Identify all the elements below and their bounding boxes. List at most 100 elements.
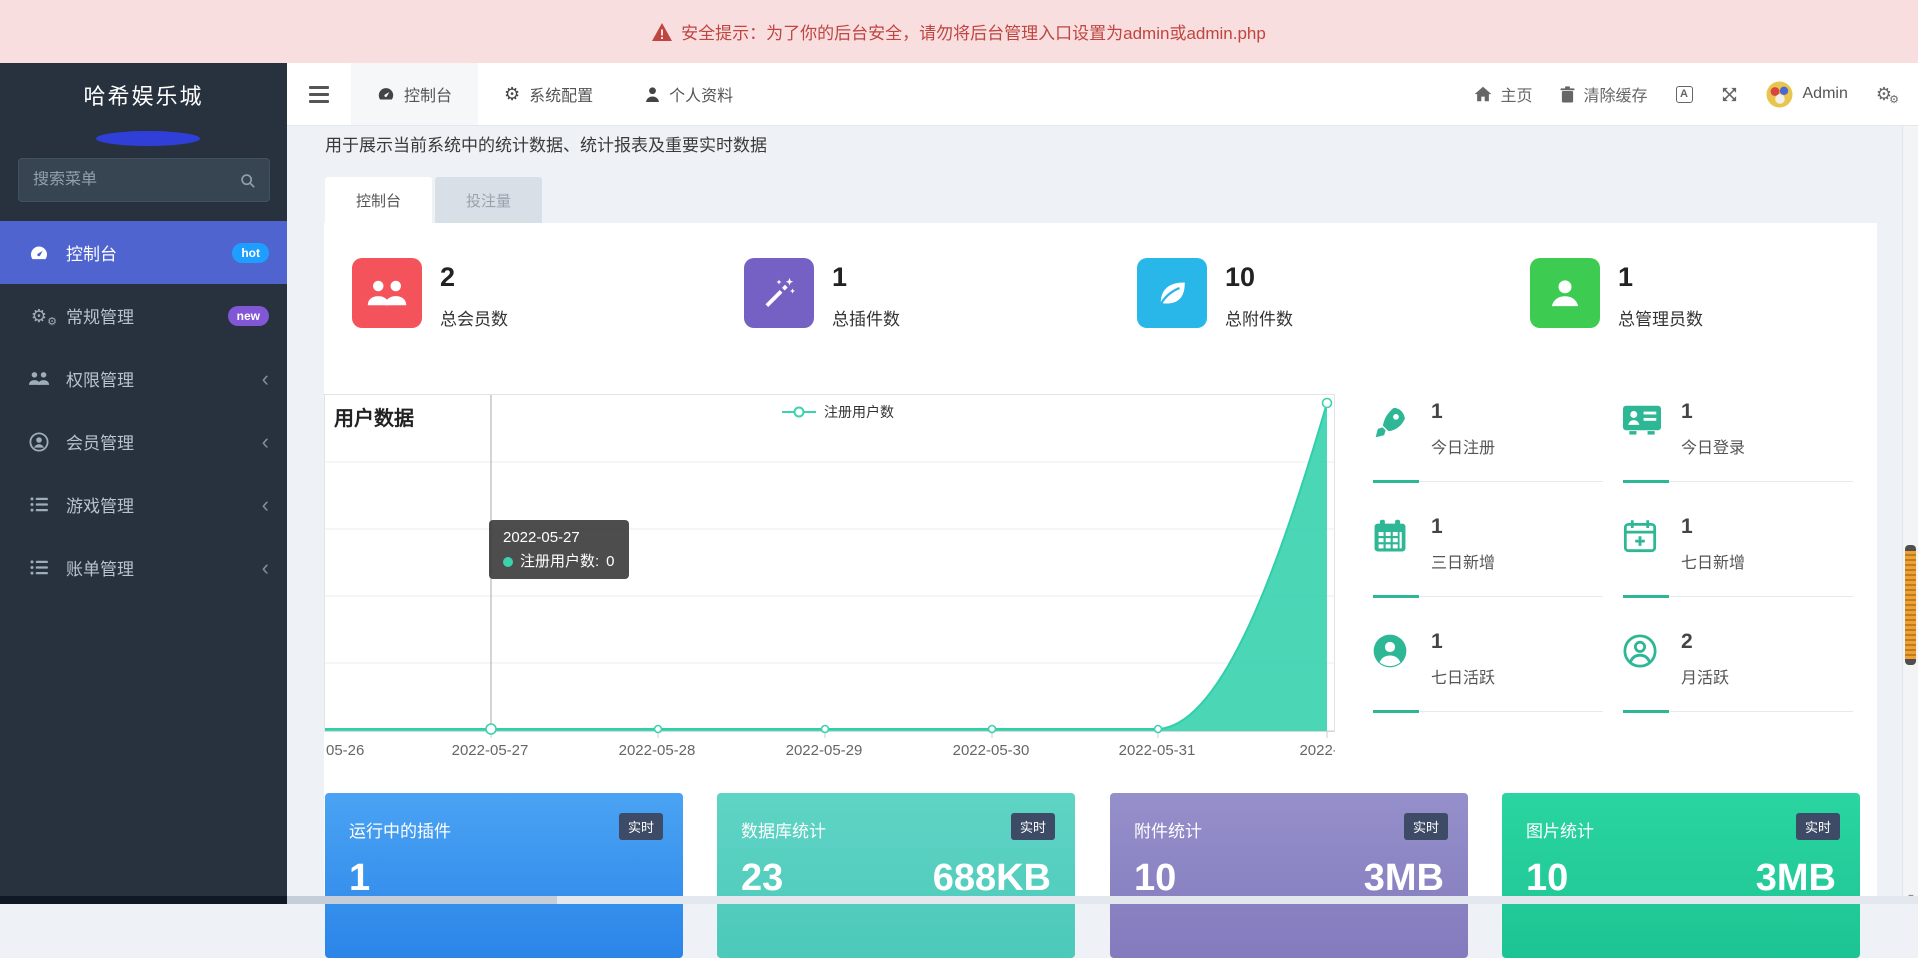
sidebar-item-general[interactable]: ⚙ 常规管理 new <box>0 284 287 347</box>
quick-stat-label: 月活跃 <box>1681 664 1729 688</box>
settings-gears-icon[interactable]: ⚙ <box>1876 85 1892 103</box>
sidebar-search <box>18 158 270 202</box>
scrollbar-thumb[interactable] <box>1905 545 1916 665</box>
sidebar-item-label: 游戏管理 <box>66 492 134 517</box>
quick-stat-label: 三日新增 <box>1431 549 1495 573</box>
tooltip-date: 2022-05-27 <box>503 530 615 545</box>
home-link[interactable]: 主页 <box>1474 82 1532 106</box>
users-icon <box>352 258 422 328</box>
x-axis-label: 2022-05-29 <box>779 742 869 759</box>
quick-stat-label: 七日活跃 <box>1431 664 1495 688</box>
search-icon[interactable] <box>240 172 255 189</box>
quick-stat-value: 1 <box>1431 630 1443 654</box>
area-fill <box>325 403 1327 731</box>
navbar-tab-dashboard[interactable]: 控制台 <box>351 63 478 125</box>
tooltip-series-label: 注册用户数: <box>520 554 599 569</box>
user-icon <box>1530 258 1600 328</box>
chart-title: 用户数据 <box>334 402 414 431</box>
tachometer-icon <box>377 85 395 103</box>
clear-cache-link[interactable]: 清除缓存 <box>1560 82 1647 106</box>
tab-bet-volume[interactable]: 投注量 <box>435 177 542 223</box>
gears-icon: ⚙ <box>28 307 50 325</box>
stat-value: 1 <box>1618 264 1703 291</box>
banner-text: 安全提示：为了你的后台安全，请勿将后台管理入口设置为admin或admin.ph… <box>681 19 1266 44</box>
sidebar-item-bills[interactable]: 账单管理 ‹ <box>0 536 287 599</box>
card-size-value: 3MB <box>1756 857 1836 900</box>
quick-stat-today-login: 1 今日登录 <box>1623 400 1853 500</box>
stat-label: 总会员数 <box>440 305 508 330</box>
user-menu[interactable]: Admin <box>1766 81 1848 108</box>
x-axis-label: 2022-05-31 <box>1112 742 1202 759</box>
stat-label: 总附件数 <box>1225 305 1293 330</box>
quick-stat-label: 今日注册 <box>1431 434 1495 458</box>
card-image-stats: 图片统计 实时 10 3MB <box>1502 793 1860 958</box>
avatar <box>1766 81 1793 108</box>
realtime-badge: 实时 <box>1796 813 1840 840</box>
calendar-plus-icon <box>1623 519 1657 553</box>
list-icon <box>28 497 50 512</box>
sidebar-item-permissions[interactable]: 权限管理 ‹ <box>0 347 287 410</box>
quick-stat-7day-new: 1 七日新增 <box>1623 515 1853 615</box>
navbar-tab-settings[interactable]: ⚙ 系统配置 <box>478 63 619 125</box>
card-size-value: 688KB <box>933 857 1051 900</box>
app-title: 哈希娱乐城 <box>0 63 287 111</box>
username: Admin <box>1803 85 1848 103</box>
quick-stat-value: 1 <box>1681 400 1693 424</box>
chart-legend[interactable]: 注册用户数 <box>782 402 894 422</box>
vertical-scrollbar[interactable]: ▼ <box>1902 126 1918 904</box>
leaf-icon <box>1137 258 1207 328</box>
quick-stat-label: 今日登录 <box>1681 434 1745 458</box>
quick-stat-today-registered: 1 今日注册 <box>1373 400 1603 500</box>
stat-value: 10 <box>1225 264 1293 291</box>
hscrollbar-thumb[interactable] <box>287 896 557 904</box>
chevron-left-icon: ‹ <box>262 557 269 579</box>
sidebar-menu: 控制台 hot ⚙ 常规管理 new 权限管理 ‹ 会员管理 ‹ 游戏管理 ‹ … <box>0 221 287 599</box>
chart-canvas <box>325 395 1334 739</box>
user-circle-icon <box>28 432 50 452</box>
users-icon <box>28 370 50 387</box>
sidebar-item-games[interactable]: 游戏管理 ‹ <box>0 473 287 536</box>
stat-total-admins: 1 总管理员数 <box>1530 258 1703 330</box>
home-label: 主页 <box>1500 82 1532 106</box>
realtime-badge: 实时 <box>619 813 663 840</box>
top-navbar: 控制台 ⚙ 系统配置 个人资料 主页 清除缓存 A Admin ⚙ <box>287 63 1918 126</box>
sidebar-item-members[interactable]: 会员管理 ‹ <box>0 410 287 473</box>
card-title: 数据库统计 <box>741 817 826 842</box>
card-size-value: 3MB <box>1364 857 1444 900</box>
user-data-chart[interactable]: 用户数据 注册用户数 2022-05-27 注册用户数: 0 05-26 202… <box>324 394 1335 769</box>
fullscreen-icon[interactable] <box>1721 86 1738 103</box>
sidebar: 哈希娱乐城 控制台 hot ⚙ 常规管理 new 权限管理 ‹ 会员管理 ‹ 游… <box>0 63 287 904</box>
legend-marker-icon <box>782 406 816 418</box>
sidebar-item-label: 控制台 <box>66 240 117 265</box>
magic-wand-icon <box>744 258 814 328</box>
chevron-left-icon: ‹ <box>262 494 269 516</box>
tab-dashboard[interactable]: 控制台 <box>325 177 432 223</box>
menu-search-input[interactable] <box>33 171 240 189</box>
tooltip-series-value: 0 <box>606 554 614 569</box>
language-icon[interactable]: A <box>1676 86 1693 103</box>
card-running-plugins: 运行中的插件 实时 1 <box>325 793 683 958</box>
quick-stat-label: 七日新增 <box>1681 549 1745 573</box>
navbar-tab-profile[interactable]: 个人资料 <box>619 63 759 125</box>
tachometer-icon <box>28 243 50 263</box>
horizontal-scrollbar[interactable] <box>0 896 1918 904</box>
sidebar-toggle-button[interactable] <box>287 63 351 125</box>
id-card-icon <box>1623 404 1661 436</box>
calendar-icon <box>1373 519 1407 553</box>
chevron-left-icon: ‹ <box>262 368 269 390</box>
card-title: 运行中的插件 <box>349 817 451 842</box>
sidebar-item-dashboard[interactable]: 控制台 hot <box>0 221 287 284</box>
stat-total-attachments: 10 总附件数 <box>1137 258 1293 330</box>
navbar-tab-label: 系统配置 <box>529 82 593 106</box>
series-dot-icon <box>503 557 513 567</box>
security-warning-banner: 安全提示：为了你的后台安全，请勿将后台管理入口设置为admin或admin.ph… <box>0 0 1918 63</box>
navbar-right: 主页 清除缓存 A Admin ⚙ <box>1474 63 1918 125</box>
quick-stat-value: 1 <box>1431 515 1443 539</box>
user-icon <box>645 86 660 103</box>
new-badge: new <box>228 306 269 326</box>
x-axis-label: 2022-06 <box>1282 742 1335 759</box>
stat-value: 2 <box>440 264 508 291</box>
clear-cache-label: 清除缓存 <box>1583 82 1647 106</box>
x-axis-label: 2022-05-27 <box>445 742 535 759</box>
card-value: 1 <box>349 857 370 900</box>
